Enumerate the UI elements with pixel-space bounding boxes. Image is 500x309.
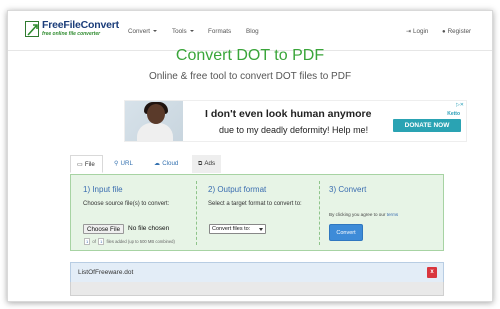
page-title: Convert DOT to PDF bbox=[175, 47, 325, 64]
tab-url-label: URL bbox=[120, 160, 133, 167]
chevron-down-icon bbox=[259, 228, 263, 231]
file-name: ListOfFreeware.dot bbox=[78, 269, 134, 276]
chevron-down-icon bbox=[153, 30, 158, 33]
nav-tools-label: Tools bbox=[172, 28, 187, 35]
files-note-text: files added (up to 500 MB combined) bbox=[106, 239, 175, 244]
brand-tagline: free online file converter bbox=[42, 31, 101, 37]
cloud-icon: ☁ bbox=[154, 160, 161, 167]
tab-ads-label: Ads bbox=[204, 160, 216, 167]
terms-notice-text: By clicking you agree to our bbox=[329, 212, 386, 217]
login-link[interactable]: ⇥ Login bbox=[406, 28, 428, 35]
ad-subline: due to my deadly deformity! Help me! bbox=[219, 125, 369, 135]
nav-blog[interactable]: Blog bbox=[246, 28, 259, 35]
convert-button[interactable]: Convert bbox=[329, 224, 363, 241]
ad-brand: Ketto bbox=[447, 111, 460, 117]
brand-name: FreeFileConvert bbox=[42, 19, 119, 31]
ad-image-body bbox=[137, 123, 173, 141]
login-label: Login bbox=[413, 28, 429, 35]
monitor-icon: ▭ bbox=[77, 161, 83, 168]
tab-file[interactable]: ▭ File bbox=[70, 155, 103, 173]
converter-panel: 1) Input file Choose source file(s) to c… bbox=[70, 174, 444, 251]
format-select-value: Convert files to: bbox=[212, 226, 251, 232]
nav-convert-label: Convert bbox=[128, 28, 151, 35]
navbar: FreeFileConvert free online file convert… bbox=[8, 11, 492, 51]
choose-file-button[interactable]: Choose File bbox=[83, 224, 125, 234]
nav-tools[interactable]: Tools bbox=[172, 28, 194, 35]
terms-notice: By clicking you agree to our terms bbox=[329, 212, 398, 217]
step-convert-title: 3) Convert bbox=[329, 185, 367, 194]
register-link[interactable]: ● Register bbox=[442, 28, 471, 35]
tab-file-label: File bbox=[84, 161, 95, 168]
tab-cloud[interactable]: ☁ Cloud bbox=[148, 155, 184, 173]
format-select[interactable]: Convert files to: bbox=[209, 224, 266, 234]
remove-file-button[interactable]: x bbox=[427, 267, 437, 278]
external-link-icon: ⧉ bbox=[198, 160, 203, 167]
page-subtitle: Online & free tool to convert DOT files … bbox=[148, 71, 352, 82]
step-divider bbox=[196, 181, 197, 245]
step-output-title: 2) Output format bbox=[208, 185, 267, 194]
login-icon: ⇥ bbox=[406, 29, 412, 35]
terms-link[interactable]: terms bbox=[387, 212, 398, 217]
ad-banner[interactable]: I don't even look human anymore due to m… bbox=[124, 100, 467, 142]
ad-info-icon[interactable]: ▷✕ bbox=[456, 102, 464, 108]
tab-url[interactable]: ⚲ URL bbox=[108, 155, 139, 173]
ad-image bbox=[125, 101, 183, 141]
nav-convert[interactable]: Convert bbox=[128, 28, 158, 35]
step-input-instruction: Choose source file(s) to convert: bbox=[83, 201, 170, 207]
nav-formats[interactable]: Formats bbox=[208, 28, 231, 35]
brand-logo[interactable]: FreeFileConvert free online file convert… bbox=[25, 19, 119, 43]
step-output-instruction: Select a target format to convert to: bbox=[208, 201, 302, 207]
ad-headline: I don't even look human anymore bbox=[205, 108, 372, 120]
tab-cloud-label: Cloud bbox=[162, 160, 179, 167]
files-count: 1 bbox=[84, 238, 91, 245]
step-input-title: 1) Input file bbox=[83, 185, 123, 194]
user-icon: ● bbox=[442, 29, 446, 35]
register-label: Register bbox=[447, 28, 472, 35]
ad-image-face bbox=[147, 104, 165, 124]
ad-donate-button[interactable]: DONATE NOW bbox=[393, 119, 461, 132]
tab-ads[interactable]: ⧉ Ads bbox=[192, 155, 222, 173]
files-total: 1 bbox=[98, 238, 105, 245]
file-list-row: ListOfFreeware.dot x bbox=[70, 262, 444, 282]
step-divider bbox=[319, 181, 320, 245]
chevron-down-icon bbox=[189, 30, 194, 33]
link-icon: ⚲ bbox=[114, 160, 119, 167]
no-file-text: No file chosen bbox=[128, 225, 170, 232]
file-progress-bar bbox=[70, 282, 444, 296]
files-added-note: 1 of 1 files added (up to 500 MB combine… bbox=[84, 238, 175, 245]
browser-frame: FreeFileConvert free online file convert… bbox=[7, 10, 493, 302]
logo-icon bbox=[25, 21, 39, 37]
